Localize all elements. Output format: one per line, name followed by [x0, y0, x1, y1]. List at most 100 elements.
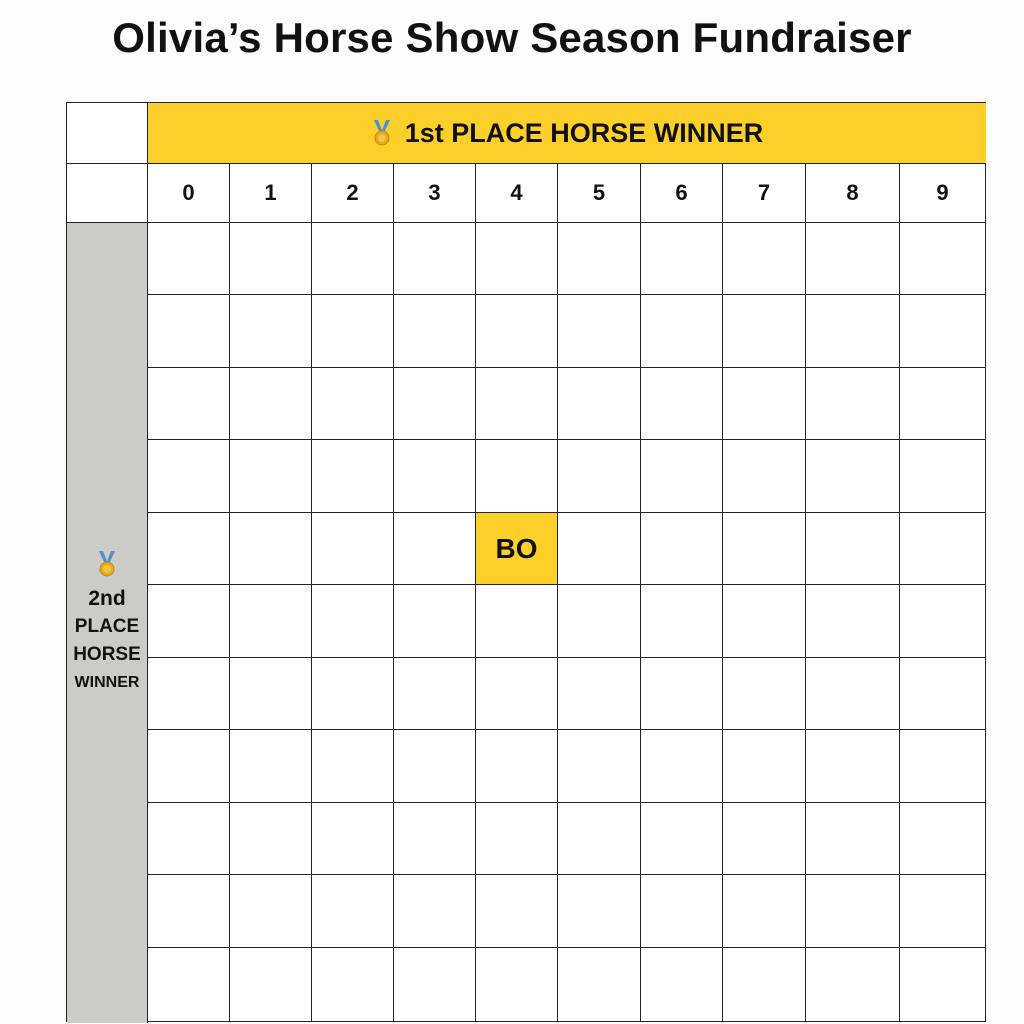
- grid-square[interactable]: [723, 295, 806, 368]
- grid-square[interactable]: [723, 368, 806, 440]
- grid-square[interactable]: [394, 875, 476, 948]
- grid-square[interactable]: [230, 803, 312, 875]
- grid-square[interactable]: [900, 223, 985, 295]
- grid-square[interactable]: [900, 875, 985, 948]
- grid-square[interactable]: [312, 513, 394, 585]
- grid-square[interactable]: [476, 223, 558, 295]
- grid-square[interactable]: [558, 658, 641, 730]
- grid-square[interactable]: [394, 513, 476, 585]
- grid-square[interactable]: [723, 875, 806, 948]
- grid-square[interactable]: [558, 803, 641, 875]
- grid-square[interactable]: [148, 440, 230, 513]
- grid-square[interactable]: [476, 658, 558, 730]
- grid-square[interactable]: [230, 440, 312, 513]
- grid-square[interactable]: [230, 730, 312, 803]
- grid-square[interactable]: [641, 803, 723, 875]
- grid-square[interactable]: [148, 658, 230, 730]
- grid-square[interactable]: [806, 585, 900, 658]
- grid-square[interactable]: [558, 585, 641, 658]
- grid-square[interactable]: [230, 875, 312, 948]
- grid-square[interactable]: [148, 513, 230, 585]
- grid-square[interactable]: [806, 658, 900, 730]
- grid-square[interactable]: [641, 513, 723, 585]
- grid-square[interactable]: [148, 368, 230, 440]
- grid-square[interactable]: [900, 513, 985, 585]
- grid-square[interactable]: [723, 948, 806, 1021]
- grid-square[interactable]: [723, 658, 806, 730]
- grid-square[interactable]: [148, 295, 230, 368]
- grid-square[interactable]: [476, 948, 558, 1021]
- grid-square[interactable]: [558, 440, 641, 513]
- grid-square[interactable]: [558, 223, 641, 295]
- grid-square[interactable]: [394, 440, 476, 513]
- grid-square[interactable]: [312, 223, 394, 295]
- grid-square[interactable]: [806, 513, 900, 585]
- grid-square[interactable]: [476, 585, 558, 658]
- grid-square[interactable]: [723, 440, 806, 513]
- grid-square[interactable]: [900, 658, 985, 730]
- grid-square[interactable]: [806, 440, 900, 513]
- grid-square[interactable]: [641, 440, 723, 513]
- grid-square[interactable]: [312, 730, 394, 803]
- grid-square[interactable]: [312, 585, 394, 658]
- grid-square[interactable]: [641, 368, 723, 440]
- grid-square[interactable]: [558, 513, 641, 585]
- grid-square[interactable]: [806, 730, 900, 803]
- grid-square[interactable]: [394, 585, 476, 658]
- grid-square[interactable]: [312, 948, 394, 1021]
- grid-square[interactable]: [312, 875, 394, 948]
- grid-square[interactable]: [312, 803, 394, 875]
- grid-square[interactable]: [476, 875, 558, 948]
- grid-square[interactable]: [394, 658, 476, 730]
- grid-square[interactable]: [641, 730, 723, 803]
- grid-square[interactable]: [230, 295, 312, 368]
- grid-square[interactable]: [641, 658, 723, 730]
- grid-square[interactable]: [394, 223, 476, 295]
- grid-square[interactable]: [806, 875, 900, 948]
- grid-square[interactable]: [558, 875, 641, 948]
- grid-square[interactable]: [641, 585, 723, 658]
- grid-square[interactable]: [900, 803, 985, 875]
- grid-square[interactable]: [476, 440, 558, 513]
- grid-square[interactable]: [806, 803, 900, 875]
- grid-square[interactable]: [900, 440, 985, 513]
- grid-square[interactable]: [394, 295, 476, 368]
- grid-square[interactable]: [312, 440, 394, 513]
- grid-square[interactable]: [312, 658, 394, 730]
- grid-square[interactable]: [900, 368, 985, 440]
- grid-square[interactable]: [230, 368, 312, 440]
- grid-square[interactable]: [723, 803, 806, 875]
- grid-square[interactable]: [558, 948, 641, 1021]
- grid-square[interactable]: [900, 585, 985, 658]
- grid-square[interactable]: [476, 803, 558, 875]
- grid-square[interactable]: [394, 803, 476, 875]
- grid-square[interactable]: [148, 803, 230, 875]
- grid-square[interactable]: [230, 513, 312, 585]
- grid-square[interactable]: [723, 223, 806, 295]
- grid-square[interactable]: [641, 948, 723, 1021]
- grid-square[interactable]: [900, 730, 985, 803]
- grid-square[interactable]: [558, 368, 641, 440]
- grid-square[interactable]: [476, 368, 558, 440]
- grid-square[interactable]: [900, 948, 985, 1021]
- grid-square[interactable]: [723, 730, 806, 803]
- grid-square[interactable]: [558, 730, 641, 803]
- grid-square[interactable]: [723, 513, 806, 585]
- grid-square[interactable]: [558, 295, 641, 368]
- grid-square[interactable]: [641, 295, 723, 368]
- grid-square[interactable]: [230, 948, 312, 1021]
- grid-square[interactable]: [148, 948, 230, 1021]
- grid-square[interactable]: [230, 585, 312, 658]
- grid-square[interactable]: [476, 295, 558, 368]
- grid-square[interactable]: [148, 585, 230, 658]
- grid-square[interactable]: [230, 658, 312, 730]
- grid-square[interactable]: [312, 368, 394, 440]
- grid-square[interactable]: [312, 295, 394, 368]
- grid-square[interactable]: [641, 875, 723, 948]
- claimed-square[interactable]: BO: [476, 513, 558, 585]
- grid-square[interactable]: [806, 295, 900, 368]
- grid-square[interactable]: [900, 295, 985, 368]
- grid-square[interactable]: [230, 223, 312, 295]
- grid-square[interactable]: [148, 223, 230, 295]
- grid-square[interactable]: [806, 223, 900, 295]
